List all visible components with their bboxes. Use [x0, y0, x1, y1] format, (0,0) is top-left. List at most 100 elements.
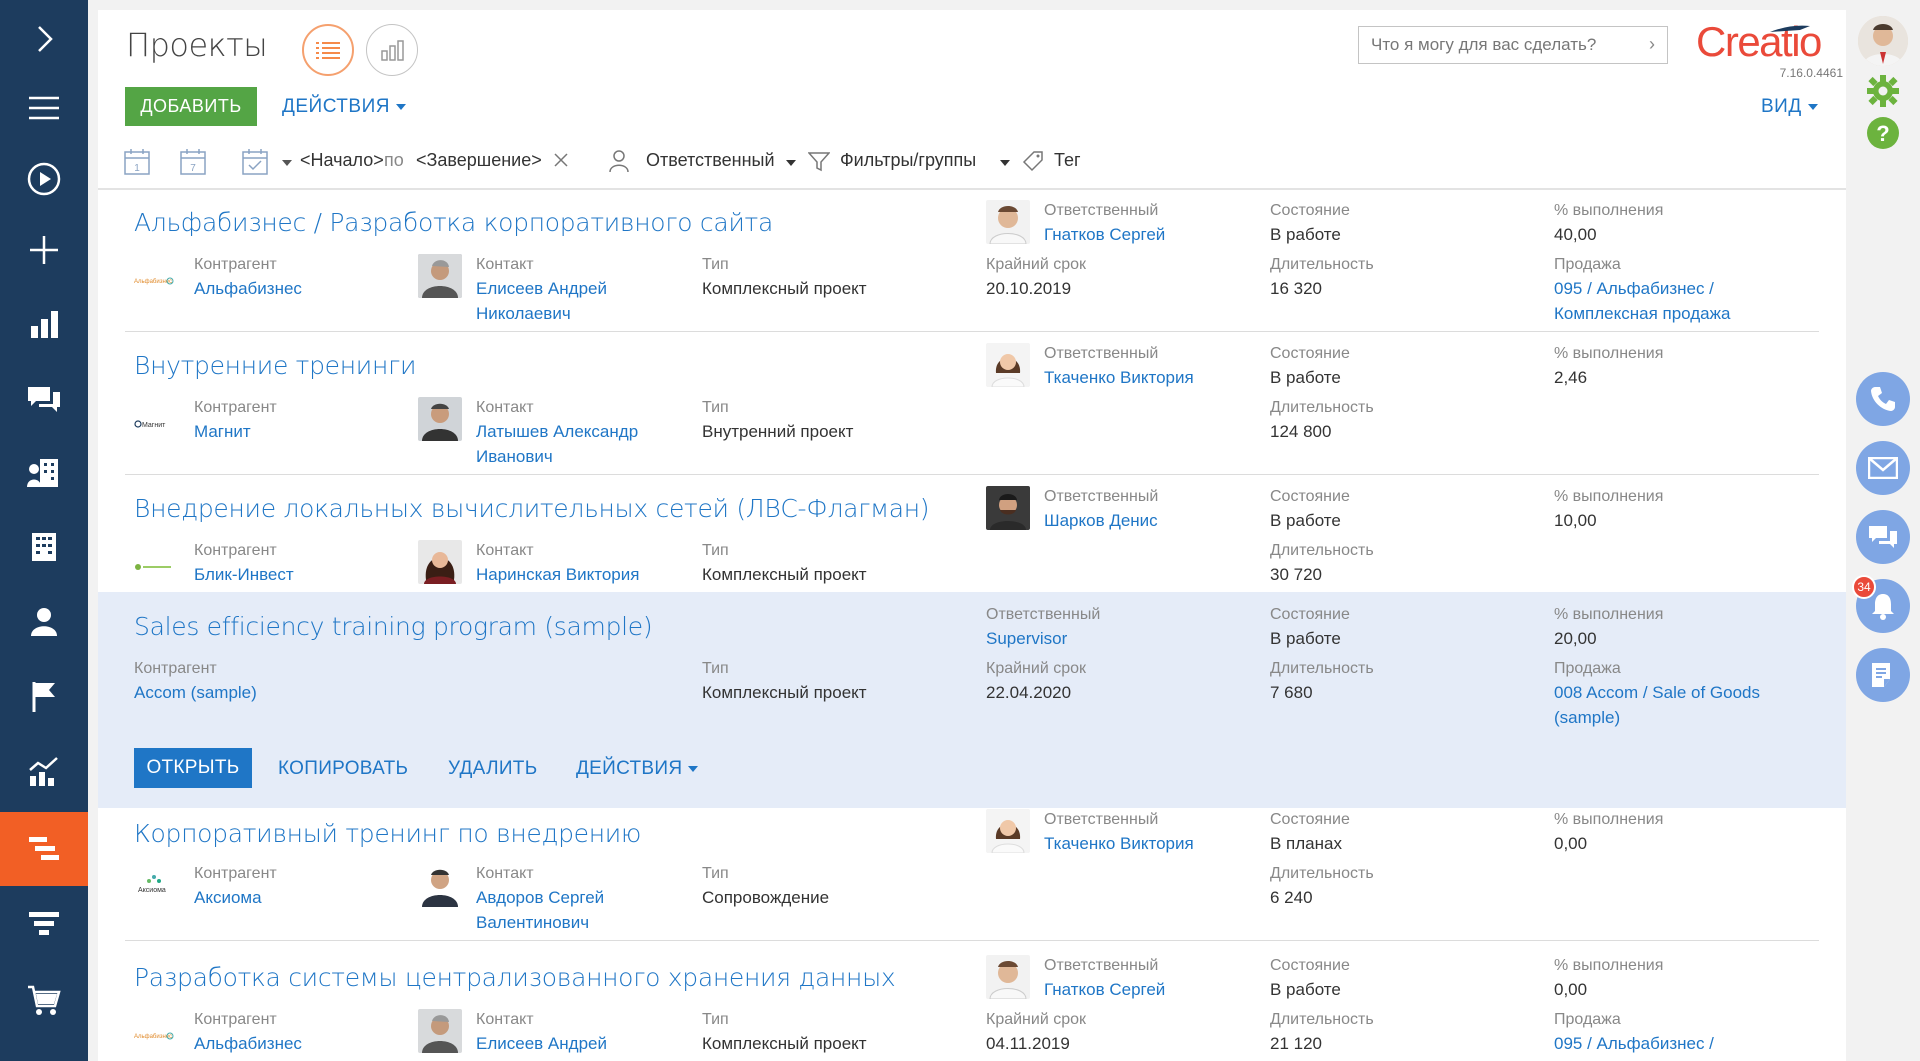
sale-link[interactable]: 095 / Альфабизнес /: [1554, 276, 1714, 301]
run-process-icon[interactable]: [0, 142, 88, 216]
account-link[interactable]: Аксиома: [194, 885, 262, 910]
account-link[interactable]: Магнит: [194, 419, 251, 444]
open-button[interactable]: ОТКРЫТЬ: [134, 748, 252, 788]
contact-link[interactable]: Авдоров Сергей: [476, 885, 604, 910]
state-label: Состояние: [1270, 606, 1350, 623]
projects-gantt-icon[interactable]: [0, 812, 88, 886]
calendar-day-icon[interactable]: 1: [124, 148, 150, 176]
state-value: В работе: [1270, 511, 1341, 530]
calendar-week-icon[interactable]: 7: [180, 148, 206, 176]
owner-link[interactable]: Supervisor: [986, 626, 1067, 651]
contact-link-line2[interactable]: Валентинович: [476, 910, 589, 935]
orders-cart-icon[interactable]: [0, 963, 88, 1037]
list-item[interactable]: Внутренние тренинги Магнит Контрагент Ма…: [98, 333, 1846, 475]
list-item-selected[interactable]: Sales efficiency training program (sampl…: [98, 592, 1846, 808]
contact-link-line2[interactable]: Иванович: [476, 444, 553, 469]
analytics-chart-icon[interactable]: [0, 735, 88, 809]
period-end[interactable]: <Завершение>: [416, 150, 542, 171]
project-title[interactable]: Sales efficiency training program (sampl…: [134, 612, 653, 641]
leads-flag-icon[interactable]: [0, 660, 88, 734]
sale-link-line2[interactable]: Комплексная продажа: [1554, 301, 1730, 326]
contacts-person-icon[interactable]: [0, 585, 88, 659]
duration-label: Длительность: [1270, 399, 1374, 416]
account-logo: Альфабизнес: [134, 1025, 174, 1047]
owner-link[interactable]: Ткаченко Виктория: [1044, 365, 1194, 390]
list-item[interactable]: Альфабизнес / Разработка корпоративного …: [98, 190, 1846, 332]
project-title[interactable]: Альфабизнес / Разработка корпоративного …: [134, 208, 773, 237]
sale-link[interactable]: 008 Accom / Sale of Goods: [1554, 680, 1760, 705]
contact-link[interactable]: Латышев Александр: [476, 419, 638, 444]
list-item[interactable]: Разработка системы централизованного хра…: [98, 941, 1846, 1061]
project-title[interactable]: Разработка системы централизованного хра…: [134, 963, 896, 992]
funnel-icon[interactable]: [0, 888, 88, 962]
contact-link-line2[interactable]: Николаевич: [476, 301, 571, 326]
account-link[interactable]: Альфабизнес: [194, 276, 302, 301]
tag-filter[interactable]: Тег: [1054, 150, 1081, 171]
expand-chevron-icon[interactable]: [0, 2, 88, 76]
owner-avatar: [986, 955, 1030, 999]
clear-period-icon[interactable]: [554, 153, 568, 167]
owner-link[interactable]: Гнатков Сергей: [1044, 222, 1165, 247]
contact-link[interactable]: Елисеев Андрей: [476, 1031, 607, 1056]
filters-groups-button[interactable]: Фильтры/группы: [840, 150, 976, 171]
tasks-button[interactable]: [1856, 648, 1910, 702]
project-title[interactable]: Внутренние тренинги: [134, 351, 416, 380]
add-button[interactable]: ДОБАВИТЬ: [125, 87, 257, 126]
duration-label: Длительность: [1270, 542, 1374, 559]
help-question-icon[interactable]: ?: [1866, 116, 1900, 150]
email-button[interactable]: [1856, 441, 1910, 495]
list-item[interactable]: Корпоративный тренинг по внедрению Аксио…: [98, 809, 1846, 951]
progress-value: 40,00: [1554, 225, 1597, 244]
accounts-building-icon[interactable]: [0, 436, 88, 510]
add-plus-icon[interactable]: [0, 213, 88, 287]
project-title[interactable]: Внедрение локальных вычислительных сетей…: [134, 494, 930, 523]
view-dropdown[interactable]: ВИД: [1761, 96, 1818, 118]
state-label: Состояние: [1270, 488, 1350, 505]
user-profile-avatar[interactable]: [1858, 16, 1908, 66]
hamburger-menu-icon[interactable]: [0, 71, 88, 145]
command-search-input[interactable]: Что я могу для вас сделать? ›: [1358, 26, 1668, 64]
sale-link[interactable]: 095 / Альфабизнес /: [1554, 1031, 1714, 1056]
owner-link[interactable]: Ткаченко Виктория: [1044, 831, 1194, 856]
caret-down-icon[interactable]: [282, 160, 292, 166]
type-label: Тип: [702, 256, 729, 273]
type-value: Комплексный проект: [702, 683, 867, 702]
owner-avatar: [986, 809, 1030, 853]
account-link[interactable]: Альфабизнес: [194, 1031, 302, 1056]
calendar-period-icon[interactable]: [242, 148, 268, 176]
dashboards-bar-icon[interactable]: [0, 287, 88, 361]
companies-building-icon[interactable]: [0, 510, 88, 584]
feed-chat-icon[interactable]: [0, 362, 88, 436]
delete-button[interactable]: УДАЛИТЬ: [448, 758, 537, 780]
list-item[interactable]: Внедрение локальных вычислительных сетей…: [98, 476, 1846, 603]
caret-down-icon[interactable]: [1000, 160, 1010, 166]
account-label: Контрагент: [194, 1011, 277, 1028]
phone-button[interactable]: [1856, 372, 1910, 426]
type-label: Тип: [702, 542, 729, 559]
contact-link[interactable]: Наринская Виктория: [476, 562, 639, 587]
svg-text:Альфабизнес: Альфабизнес: [134, 1034, 172, 1040]
account-link[interactable]: Accom (sample): [134, 680, 257, 705]
row-actions-dropdown[interactable]: ДЕЙСТВИЯ: [576, 758, 699, 780]
period-start[interactable]: <Начало>: [300, 150, 384, 171]
caret-down-icon[interactable]: [786, 160, 796, 166]
system-settings-gear-icon[interactable]: [1866, 74, 1900, 108]
list-view-button[interactable]: [302, 24, 354, 76]
project-title[interactable]: Корпоративный тренинг по внедрению: [134, 819, 641, 848]
chat-button[interactable]: [1856, 510, 1910, 564]
account-link[interactable]: Блик-Инвест: [194, 562, 294, 587]
deadline-label: Крайний срок: [986, 660, 1087, 677]
phone-icon: [1871, 387, 1895, 411]
owner-filter[interactable]: Ответственный: [646, 150, 775, 171]
copy-button[interactable]: КОПИРОВАТЬ: [278, 758, 408, 780]
owner-link[interactable]: Шарков Денис: [1044, 508, 1158, 533]
deadline-value: 04.11.2019: [986, 1034, 1070, 1053]
contact-link[interactable]: Елисеев Андрей: [476, 276, 607, 301]
owner-link[interactable]: Гнатков Сергей: [1044, 977, 1165, 1002]
analytics-view-button[interactable]: [366, 24, 418, 76]
duration-value: 124 800: [1270, 422, 1332, 441]
owner-label: Ответственный: [1044, 811, 1159, 828]
caret-down-icon: [395, 103, 406, 110]
actions-dropdown[interactable]: ДЕЙСТВИЯ: [282, 96, 406, 118]
sale-link-line2[interactable]: (sample): [1554, 705, 1620, 730]
